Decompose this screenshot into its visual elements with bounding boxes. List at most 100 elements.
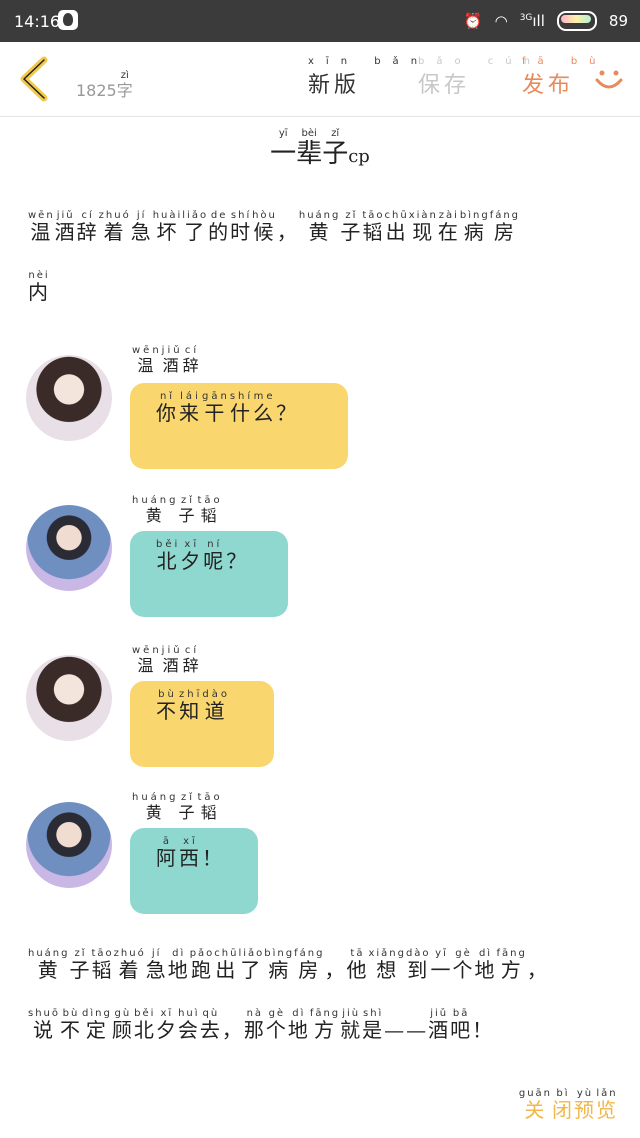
ruby-char: 预yù [574, 1088, 596, 1122]
ruby-char: 方fāng [496, 948, 527, 982]
ruby-char: 知zhī [179, 689, 203, 723]
female-avatar[interactable] [26, 655, 112, 741]
narration-paragraph: 温wēn酒jiǔ辞cí着zhuó急jí坏huài了liǎo的de时shí候hòu… [28, 210, 608, 251]
close-preview-button[interactable]: 关guān闭bì预yù览lǎn [519, 1088, 618, 1123]
status-bar: 14:16 ⏰ ◠ 3Gıll 89 [0, 0, 640, 42]
male-avatar[interactable] [26, 505, 112, 591]
ruby-char: 韬tāo [362, 210, 385, 244]
ruby-char: 房fáng [489, 210, 521, 244]
ruby-char: 辞cí [182, 345, 202, 375]
narration-paragraph: 黄huáng子zǐ韬tāo着zhuó急jí地dì跑pǎo出chū了liǎo病bì… [28, 948, 628, 989]
narration-paragraph-cont: 说shuō不bù定dìng顾gù北běi夕xī会huì去qù，那nà个gè地dì… [28, 1008, 628, 1049]
ruby-char: 夕xī [180, 539, 204, 573]
ruby-char: 的de [208, 210, 231, 244]
ruby-char: 你nǐ [156, 391, 179, 425]
ruby-char: 呢ní [203, 539, 227, 573]
story-title-text: 一yī辈bèi子zǐ [270, 128, 348, 169]
ruby-char: —— [384, 1018, 429, 1042]
ruby-char: 出chū [214, 948, 239, 982]
ruby-char: 闭bì [552, 1088, 574, 1122]
ruby-char: 顾gù [111, 1008, 134, 1042]
sender-name: 温wēn酒jiǔ辞cí [132, 345, 202, 376]
ruby-char: 酒jiǔ [161, 645, 183, 675]
sender-name: 温wēn酒jiǔ辞cí [132, 645, 202, 676]
ruby-char: 子zǐ [178, 792, 198, 822]
back-arrow-icon[interactable] [14, 54, 58, 104]
ruby-char: 急jí [145, 948, 168, 982]
ruby-char: 了liǎo [238, 948, 265, 982]
ruby-char: 时shí [230, 210, 253, 244]
story-title: 一yī辈bèi子zǐcp [0, 128, 640, 170]
wifi-icon: ◠ [494, 12, 508, 30]
ruby-char: 览lǎn [596, 1088, 618, 1122]
status-time: 14:16 [14, 12, 61, 31]
ruby-char: ， [324, 958, 347, 982]
ruby-char: 黄huáng [28, 948, 70, 982]
ruby-char: 病bìng [459, 210, 490, 244]
ruby-char: 黄huáng [132, 495, 179, 525]
ruby-char: 个gè [265, 1008, 288, 1042]
editor-toolbar: 1825字zì xīn bǎn 新版 bǎo cún 保存 fā bù 发布 [0, 42, 640, 117]
ruby-char: 么me [253, 391, 277, 425]
ruby-char: 辞cí [182, 645, 202, 675]
ruby-char: 着zhuó [98, 210, 131, 244]
ruby-char: 温wēn [132, 645, 162, 675]
ruby-char: 候hòu [252, 210, 277, 244]
ruby-char: 酒jiǔ [428, 1008, 451, 1042]
ruby-char: 着zhuó [113, 948, 146, 982]
ruby-char: 坏huài [152, 210, 183, 244]
ruby-char: 酒jiǔ [54, 210, 77, 244]
emoji-icon[interactable] [592, 62, 626, 96]
battery-level: 89 [608, 12, 628, 30]
ruby-char: 酒jiǔ [161, 345, 183, 375]
message-bubble[interactable]: 北běi夕xī呢ní？ [130, 531, 288, 617]
ruby-char: 地dì [287, 1008, 310, 1042]
ruby-char: ， [221, 1018, 244, 1042]
alarm-icon: ⏰ [463, 12, 483, 30]
ruby-char: 韬tāo [91, 948, 114, 982]
ruby-char: 现xiàn [408, 210, 438, 244]
ruby-char: 辞cí [76, 210, 99, 244]
male-avatar[interactable] [26, 802, 112, 888]
narration-paragraph-cont: 内nèi [28, 270, 50, 311]
ruby-char: ？ [226, 549, 250, 573]
ruby-char: 病bìng [264, 948, 295, 982]
new-version-button[interactable]: xīn bǎn 新版 [308, 56, 429, 99]
ruby-char: 他tā [346, 948, 369, 982]
ruby-char: 吧bā [450, 1008, 473, 1042]
sender-name: 黄huáng子zǐ韬tāo [132, 495, 223, 526]
status-right: ⏰ ◠ 3Gıll 89 [464, 8, 628, 34]
female-avatar[interactable] [26, 355, 112, 441]
ruby-char: 子zǐ [178, 495, 198, 525]
ruby-char: 阿ā [156, 836, 179, 870]
ruby-char: 那nà [243, 1008, 266, 1042]
ruby-char: 个gè [452, 948, 475, 982]
ruby-char: 韬tāo [197, 495, 223, 525]
ruby-char: 夕xī [155, 1008, 178, 1042]
ruby-char: ！ [202, 846, 225, 870]
ruby-char: 韬tāo [197, 792, 223, 822]
ruby-char: 方fāng [309, 1008, 341, 1042]
ruby-char: 到dào [405, 948, 431, 982]
ruby-char: 想xiǎng [368, 948, 406, 982]
ruby-char: 去qù [199, 1008, 222, 1042]
ruby-char: 道dào [202, 689, 230, 723]
ruby-char: 是shì [362, 1008, 385, 1042]
ruby-char: 内nèi [28, 270, 50, 304]
ruby-char: 关guān [518, 1088, 552, 1122]
battery-icon [556, 11, 597, 31]
ruby-char: 一yī [270, 128, 297, 169]
message-bubble[interactable]: 阿ā西xī！ [130, 828, 258, 914]
ruby-char: 子zǐ [340, 210, 363, 244]
ruby-char: 温wēn [132, 345, 162, 375]
signal-icon: 3Gıll [519, 12, 545, 30]
ruby-char: 就jiù [340, 1008, 363, 1042]
ruby-char: 黄huáng [298, 210, 341, 244]
ruby-char: 不bù [60, 1008, 82, 1042]
message-bubble[interactable]: 不bù知zhī道dào [130, 681, 274, 767]
story-title-suffix: cp [348, 146, 370, 167]
ruby-char: 跑pǎo [189, 948, 215, 982]
message-bubble[interactable]: 你nǐ来lái干gān什shí么me？ [130, 383, 348, 469]
ruby-char: 房fáng [294, 948, 325, 982]
sender-name: 黄huáng子zǐ韬tāo [132, 792, 223, 823]
